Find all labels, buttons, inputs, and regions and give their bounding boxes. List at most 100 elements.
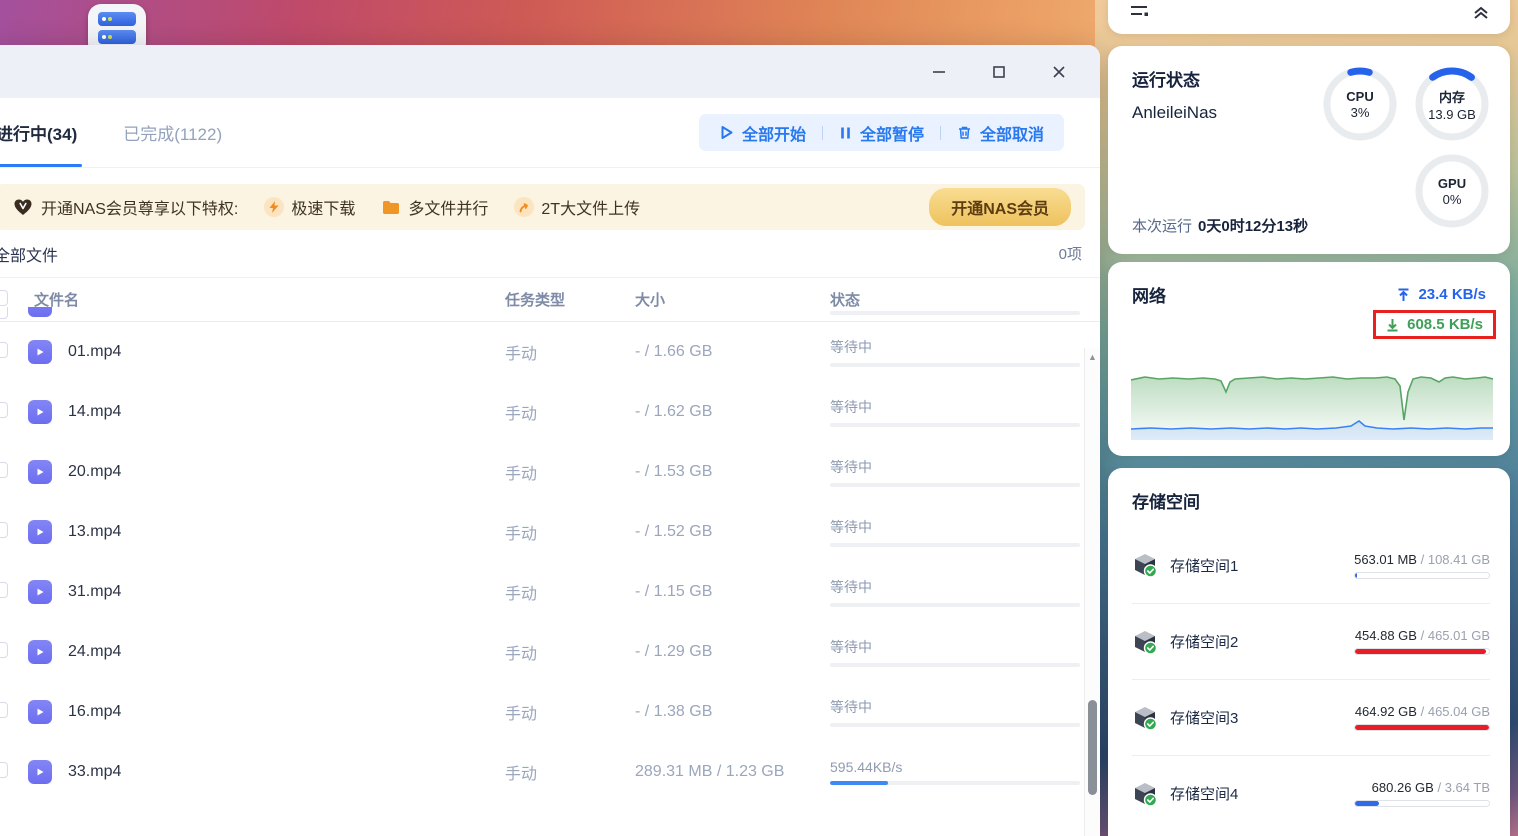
- storage-name: 存储空间4: [1170, 786, 1239, 803]
- task-list-icon[interactable]: [1130, 4, 1150, 25]
- folder-icon: [381, 197, 401, 217]
- table-row[interactable]: 16.mp4 手动 - / 1.38 GB 等待中: [0, 682, 1100, 742]
- row-checkbox[interactable]: [0, 761, 8, 778]
- storage-used: 563.01 MB: [1354, 551, 1417, 567]
- scrollbar[interactable]: ▲ ▼: [1084, 348, 1100, 836]
- file-bar: 全部文件 0项: [0, 230, 1100, 278]
- status-text: 等待中: [830, 699, 872, 715]
- row-checkbox[interactable]: [0, 521, 8, 538]
- maximize-button[interactable]: [984, 57, 1014, 87]
- cpu-gauge: CPU 3%: [1322, 66, 1398, 142]
- table-row[interactable]: 31.mp4 手动 - / 1.15 GB 等待中: [0, 562, 1100, 622]
- partially-visible-row: [0, 307, 1084, 321]
- file-size: - / 1.66 GB: [635, 343, 713, 360]
- close-button[interactable]: [1044, 57, 1074, 87]
- table-row[interactable]: 01.mp4 手动 - / 1.66 GB 等待中: [0, 322, 1100, 382]
- trash-icon: [958, 126, 970, 139]
- table-row[interactable]: 14.mp4 手动 - / 1.62 GB 等待中: [0, 382, 1100, 442]
- storage-separator: /: [1420, 628, 1425, 643]
- table-row[interactable]: 20.mp4 手动 - / 1.53 GB 等待中: [0, 442, 1100, 502]
- select-all-checkbox[interactable]: [0, 289, 8, 306]
- table-header: 文件名 任务类型 大小 状态: [0, 278, 1100, 322]
- status-text: 等待中: [830, 639, 872, 655]
- scroll-up-arrow-icon[interactable]: ▲: [1085, 352, 1100, 362]
- tab-in-progress[interactable]: 进行中(34): [0, 98, 83, 167]
- storage-item[interactable]: 存储空间2 454.88 GB / 465.01 GB: [1132, 603, 1490, 679]
- memory-gauge: 内存 13.9 GB: [1414, 66, 1490, 142]
- lightning-icon: [264, 197, 285, 217]
- task-type: 手动: [505, 346, 538, 363]
- cancel-all-button[interactable]: 全部取消: [957, 121, 1044, 145]
- server-bar-icon: [98, 30, 136, 44]
- scrollbar-thumb[interactable]: [1088, 700, 1097, 795]
- storage-cube-icon: [1135, 554, 1158, 578]
- tab-bar: 进行中(34) 已完成(1122) 全部开始 全部暂停 全部取消: [0, 98, 1100, 168]
- progress-bar: [830, 543, 1080, 547]
- separator: [939, 125, 941, 140]
- file-name: 16.mp4: [68, 703, 122, 720]
- minimize-button[interactable]: [924, 57, 954, 87]
- table-row[interactable]: 13.mp4 手动 - / 1.52 GB 等待中: [0, 502, 1100, 562]
- task-type: 手动: [505, 526, 538, 543]
- file-name: 24.mp4: [68, 643, 122, 660]
- file-size: - / 1.53 GB: [635, 463, 713, 480]
- server-bar-icon: [98, 12, 136, 26]
- row-checkbox[interactable]: [0, 701, 8, 718]
- collapse-chevron-icon[interactable]: [1472, 4, 1490, 25]
- table-row[interactable]: 33.mp4 手动 289.31 MB / 1.23 GB 595.44KB/s: [0, 742, 1100, 802]
- pause-all-button[interactable]: 全部暂停: [839, 121, 924, 145]
- file-name: 01.mp4: [68, 343, 122, 360]
- upload-arrow-icon: [1398, 288, 1409, 301]
- task-type: 手动: [505, 466, 538, 483]
- row-checkbox[interactable]: [0, 581, 8, 598]
- storage-total: 108.41 GB: [1427, 551, 1490, 567]
- file-name: 13.mp4: [68, 523, 122, 540]
- network-title: 网络: [1132, 287, 1166, 306]
- tab-completed[interactable]: 已完成(1122): [123, 98, 222, 167]
- progress-bar: [830, 781, 1080, 785]
- progress-bar: [830, 363, 1080, 367]
- row-checkbox[interactable]: [0, 641, 8, 658]
- task-type: 手动: [505, 586, 538, 603]
- storage-cube-icon: [1135, 630, 1158, 655]
- open-membership-button[interactable]: 开通NAS会员: [929, 188, 1071, 226]
- storage-separator: /: [1420, 551, 1425, 567]
- row-checkbox[interactable]: [0, 401, 8, 418]
- storage-item[interactable]: 存储空间4 680.26 GB / 3.64 TB: [1132, 755, 1490, 831]
- video-file-icon: [28, 340, 52, 364]
- play-icon: [721, 126, 733, 139]
- row-checkbox[interactable]: [0, 341, 8, 358]
- upload-arrow-icon: [514, 197, 535, 217]
- status-text: 等待中: [830, 339, 872, 355]
- status-text: 595.44KB/s: [830, 759, 903, 775]
- storage-cube-icon: [1135, 706, 1158, 731]
- storage-name: 存储空间3: [1170, 710, 1239, 727]
- storage-used: 454.88 GB: [1354, 628, 1417, 643]
- video-file-icon: [28, 400, 52, 424]
- start-all-button[interactable]: 全部开始: [719, 121, 806, 145]
- video-file-icon: [28, 640, 52, 664]
- storage-item[interactable]: 存储空间3 464.92 GB / 465.04 GB: [1132, 679, 1490, 755]
- file-name: 31.mp4: [68, 583, 122, 600]
- membership-banner: 开通NAS会员尊享以下特权: 极速下载 多文件并行 2T大文件上传 开通NAS会…: [0, 184, 1085, 230]
- download-rate-highlighted: 608.5 KB/s: [1373, 310, 1496, 339]
- upload-rate: 23.4 KB/s: [1387, 282, 1496, 307]
- storage-separator: /: [1437, 780, 1442, 795]
- status-text: 等待中: [830, 399, 872, 415]
- file-name: 33.mp4: [68, 763, 122, 780]
- row-checkbox[interactable]: [0, 461, 8, 478]
- task-list: 01.mp4 手动 - / 1.66 GB 等待中 14.mp4 手动 - / …: [0, 322, 1100, 802]
- storage-cube-icon: [1135, 782, 1158, 807]
- file-size: 289.31 MB / 1.23 GB: [635, 763, 785, 780]
- progress-bar: [830, 483, 1080, 487]
- task-type: 手动: [505, 406, 538, 423]
- task-type: 手动: [505, 766, 538, 783]
- file-size: - / 1.15 GB: [635, 583, 713, 600]
- storage-item[interactable]: 存储空间1 563.01 MB / 108.41 GB: [1132, 527, 1490, 603]
- storage-usage-bar: [1354, 724, 1490, 731]
- uptime: 本次运行 0天0时12分13秒: [1132, 218, 1309, 235]
- pause-icon: [841, 127, 850, 138]
- storage-used: 680.26 GB: [1371, 780, 1434, 795]
- table-row[interactable]: 24.mp4 手动 - / 1.29 GB 等待中: [0, 622, 1100, 682]
- selected-count: 0项: [1058, 246, 1082, 263]
